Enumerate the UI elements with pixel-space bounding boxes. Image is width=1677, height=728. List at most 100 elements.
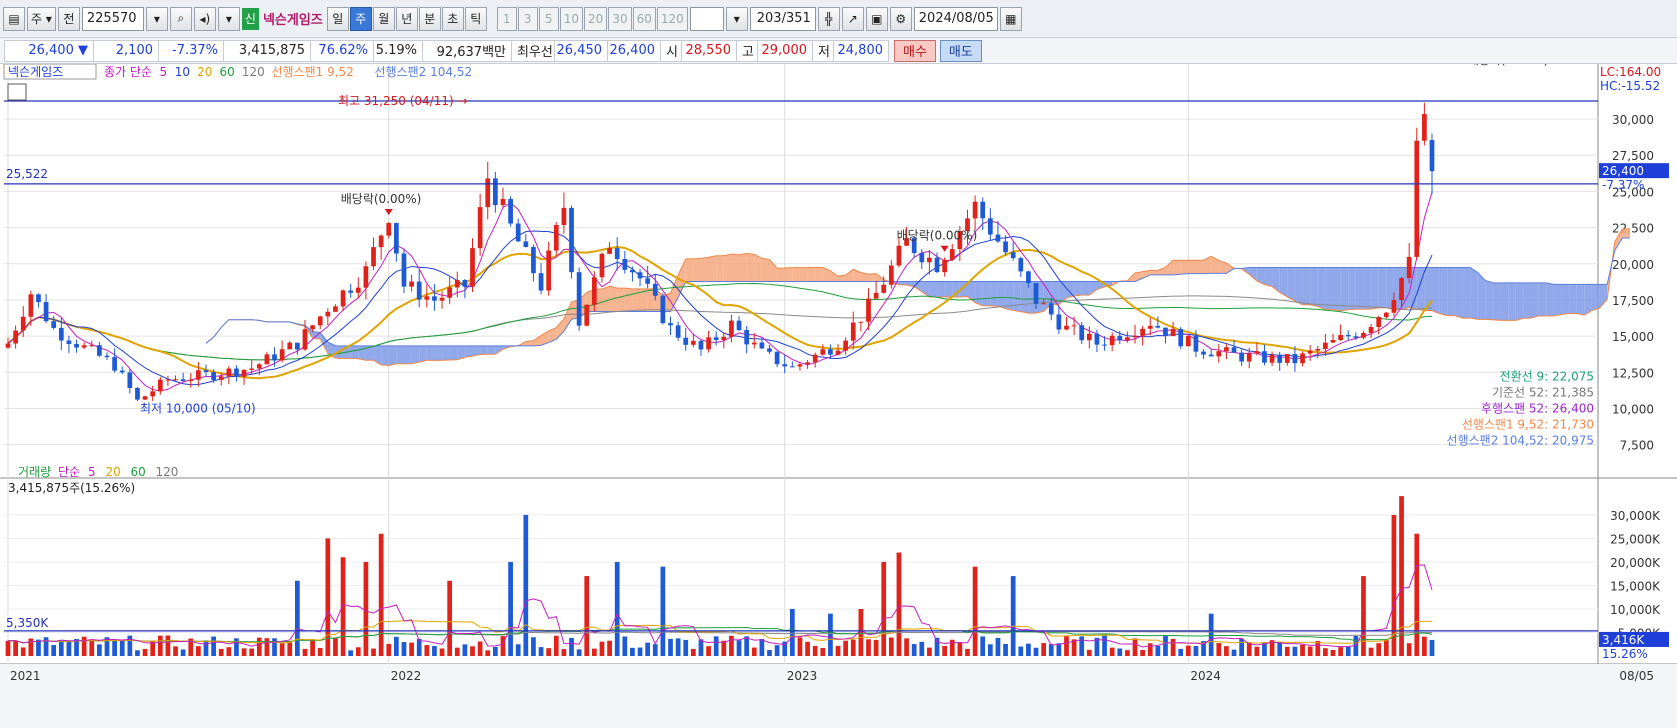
- candle-body: [751, 342, 757, 345]
- candle-body: [866, 298, 871, 322]
- candle-body: [135, 387, 140, 400]
- volume-bar: [675, 638, 681, 656]
- candle-body: [188, 379, 194, 382]
- candle-body: [104, 355, 110, 358]
- candle-body: [470, 248, 475, 287]
- volume-bar: [1300, 644, 1305, 656]
- vol-legend-entry: 단순: [58, 465, 80, 479]
- table-toggle-icon[interactable]: [7, 83, 27, 101]
- chevron-down-icon[interactable]: ▾: [725, 6, 748, 31]
- speaker-icon[interactable]: ◂): [193, 6, 216, 31]
- buy-button[interactable]: 매수: [894, 39, 936, 62]
- volume-bar: [888, 637, 894, 656]
- volume-bar: [561, 649, 567, 656]
- cloud-segment: [997, 281, 1006, 309]
- date-input[interactable]: 2024/08/05: [913, 6, 998, 31]
- volume-bar: [652, 644, 658, 656]
- chevron-down-icon[interactable]: ▾: [145, 6, 168, 31]
- cloud-segment: [1508, 282, 1516, 321]
- calendar-icon[interactable]: ▦: [999, 6, 1022, 31]
- tab-interval-60[interactable]: 60: [632, 6, 656, 31]
- tab-period-3[interactable]: 년: [395, 6, 418, 31]
- search-icon[interactable]: ⌕: [169, 6, 192, 31]
- volume-bar: [850, 639, 856, 656]
- count-field[interactable]: 203/351: [749, 6, 816, 31]
- candle-body: [371, 247, 376, 267]
- cloud-segment: [792, 267, 800, 282]
- prev-button[interactable]: 전: [57, 6, 80, 31]
- tab-period-0[interactable]: 일: [326, 6, 349, 31]
- volume-ratio: 76.62%: [310, 39, 374, 62]
- price-tick-label: 7,500: [1620, 439, 1654, 453]
- tab-interval-10[interactable]: 10: [559, 6, 584, 31]
- candle-body: [995, 234, 1001, 242]
- candle-tool-icon[interactable]: ╬: [817, 6, 840, 31]
- candle-body: [660, 295, 666, 324]
- sell-button[interactable]: 매도: [939, 39, 982, 62]
- volume-bar: [51, 645, 57, 656]
- code-input[interactable]: 225570: [81, 6, 144, 31]
- cloud-segment: [1173, 260, 1181, 275]
- tab-period-6[interactable]: 틱: [464, 6, 487, 31]
- draw-tool-icon[interactable]: ↗: [841, 6, 864, 31]
- extra-input[interactable]: [689, 6, 724, 31]
- volume-bar: [911, 644, 917, 656]
- candle-body: [1208, 354, 1214, 357]
- tab-interval-5[interactable]: 5: [538, 6, 559, 31]
- period-select[interactable]: 주 ▾: [27, 6, 56, 31]
- volume-bar: [340, 557, 346, 656]
- candle-body: [1018, 258, 1024, 272]
- candle-body: [1353, 336, 1359, 338]
- tab-interval-30[interactable]: 30: [608, 6, 632, 31]
- tab-period-4[interactable]: 분: [418, 6, 441, 31]
- cloud-segment: [1333, 267, 1341, 311]
- tab-interval-3[interactable]: 3: [517, 6, 538, 31]
- candle-body: [1224, 347, 1229, 352]
- gear-icon[interactable]: ⚙: [889, 6, 912, 31]
- chevron-down-icon[interactable]: ▾: [217, 6, 240, 31]
- volume-bar: [135, 650, 140, 656]
- menu-icon[interactable]: ▤: [3, 6, 25, 31]
- candle-body: [1300, 353, 1305, 364]
- volume-bar: [66, 641, 72, 656]
- cloud-segment: [1538, 282, 1547, 316]
- volume-bar: [759, 639, 765, 656]
- cloud-segment: [1439, 267, 1448, 316]
- price-tick-label: 15,000: [1612, 330, 1654, 344]
- price-chart[interactable]: 7,500 10,000 12,500 15,000 17,500 20,000 22,50…: [0, 64, 1677, 728]
- volume-bar: [462, 644, 468, 656]
- tab-interval-20[interactable]: 20: [584, 6, 608, 31]
- tab-period-5[interactable]: 초: [441, 6, 464, 31]
- volume-bar: [1163, 636, 1168, 656]
- volume-bar: [584, 576, 590, 656]
- new-badge: 신: [241, 7, 259, 30]
- tab-period-2[interactable]: 월: [372, 6, 395, 31]
- candle-body: [622, 258, 628, 270]
- low-label: 저: [812, 39, 834, 62]
- volume-bar: [1330, 649, 1336, 656]
- cloud-segment: [685, 258, 694, 282]
- volume-bar: [1345, 646, 1351, 656]
- volume-bar: [995, 637, 1001, 656]
- volume-bar: [1170, 638, 1176, 656]
- cloud-segment: [449, 345, 458, 361]
- candle-body: [43, 302, 49, 322]
- volume-bar: [789, 608, 795, 656]
- candle: [569, 205, 574, 279]
- volume-bar: [1079, 636, 1085, 656]
- cloud-segment: [975, 281, 983, 306]
- legend-entry: 20: [197, 65, 212, 79]
- cloud-segment: [739, 253, 747, 282]
- cloud-segment: [1447, 267, 1455, 316]
- tab-period-1[interactable]: 주: [349, 6, 372, 31]
- save-icon[interactable]: ▣: [865, 6, 888, 31]
- tab-interval-1[interactable]: 1: [496, 6, 517, 31]
- candle-body: [325, 311, 331, 317]
- tab-interval-120[interactable]: 120: [656, 6, 688, 31]
- volume-bar: [409, 642, 414, 656]
- period-select-label: 주: [31, 12, 43, 26]
- cloud-segment: [1180, 260, 1189, 275]
- cloud-segment: [1470, 267, 1478, 320]
- best-label: 최우선: [511, 39, 555, 62]
- candle-body: [394, 223, 399, 254]
